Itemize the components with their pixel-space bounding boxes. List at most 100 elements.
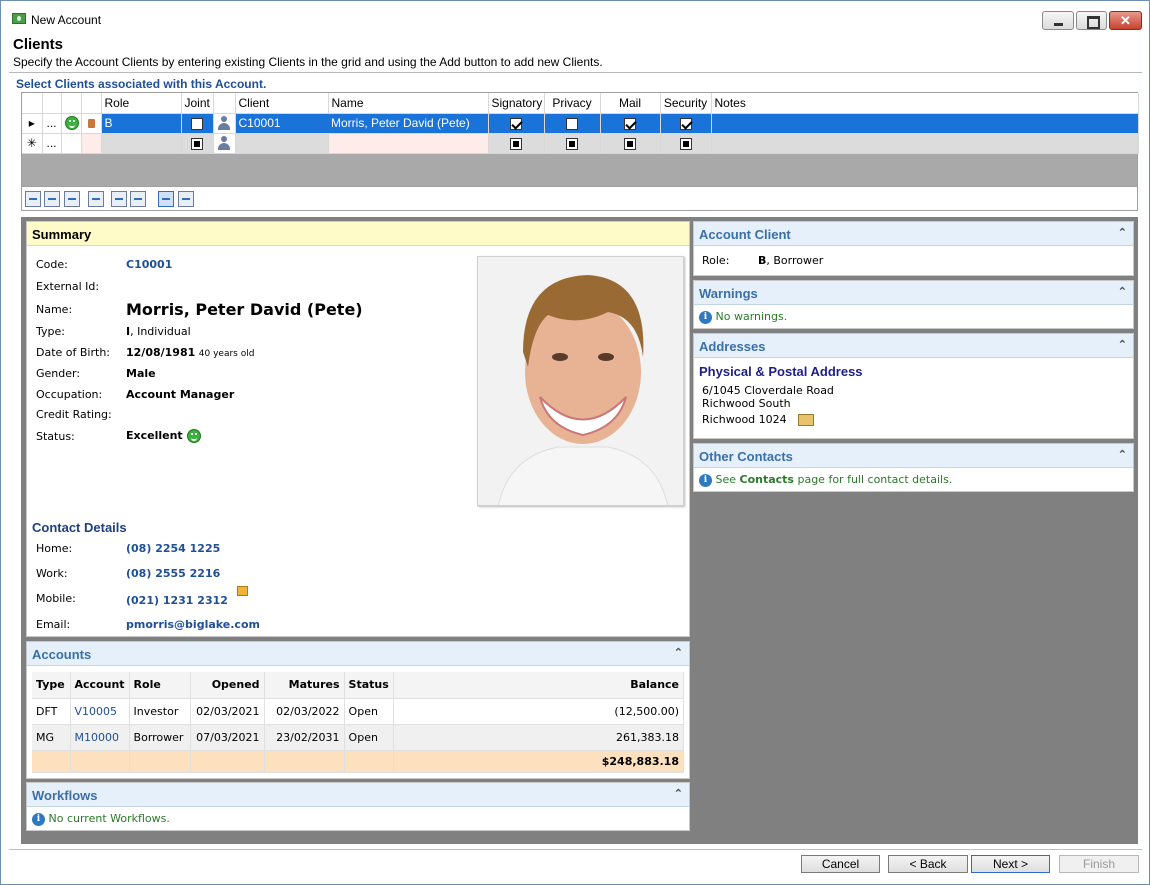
collapse-icon[interactable]: ⌃: [1118, 285, 1127, 298]
signatory-checkbox[interactable]: [510, 117, 522, 130]
cell-joint[interactable]: [181, 113, 214, 134]
new-joint-checkbox[interactable]: [191, 137, 203, 150]
minimize-button[interactable]: [1042, 11, 1074, 30]
col-matures: Matures: [264, 672, 345, 699]
new-security-checkbox[interactable]: [679, 137, 692, 150]
col-name[interactable]: Name: [328, 93, 489, 114]
accounts-header[interactable]: Accounts ⌃: [27, 642, 689, 666]
new-mail-checkbox[interactable]: [624, 137, 636, 150]
col-role: Role: [129, 672, 191, 699]
role-text: , Borrower: [766, 254, 824, 267]
copy-icon[interactable]: [88, 191, 104, 207]
accounts-header-row: Type Account Role Opened Matures Status …: [32, 672, 685, 699]
collapse-icon[interactable]: ⌃: [1118, 448, 1127, 461]
joint-checkbox[interactable]: [191, 117, 203, 130]
contacts-link[interactable]: Contacts: [740, 473, 794, 486]
cell-status: Open: [344, 724, 394, 751]
cell-balance: (12,500.00): [393, 698, 685, 725]
col-opened: Opened: [190, 672, 265, 699]
account-link[interactable]: M10000: [70, 724, 130, 751]
other-contacts-header[interactable]: Other Contacts ⌃: [694, 444, 1133, 468]
col-mail[interactable]: Mail: [600, 93, 661, 114]
addresses-header[interactable]: Addresses ⌃: [694, 334, 1133, 358]
workflows-message: No current Workflows.: [48, 812, 170, 825]
grid-header-row: Role Joint Client Name Signatory Privacy…: [22, 93, 1139, 114]
col-role[interactable]: Role: [101, 93, 182, 114]
delete-row-icon[interactable]: [64, 191, 80, 207]
back-button[interactable]: < Back: [888, 855, 968, 873]
col-privacy[interactable]: Privacy: [544, 93, 601, 114]
warnings-header[interactable]: Warnings ⌃: [694, 281, 1133, 305]
account-link[interactable]: V10005: [70, 698, 130, 725]
table-row[interactable]: DFT V10005 Investor 02/03/2021 02/03/202…: [32, 698, 685, 725]
insert-row-icon[interactable]: [44, 191, 60, 207]
move-down-icon[interactable]: [130, 191, 146, 207]
type-label: Type:: [36, 325, 65, 338]
grid-view-icon[interactable]: [178, 191, 194, 207]
cell-matures: 02/03/2022: [264, 698, 345, 725]
dob-value: 12/08/1981: [126, 346, 196, 359]
col-joint[interactable]: Joint: [181, 93, 214, 114]
role-label: Role:: [702, 254, 730, 267]
other-contacts-title: Other Contacts: [699, 449, 793, 464]
cell-type: DFT: [32, 698, 71, 725]
sms-icon[interactable]: [237, 586, 248, 596]
col-notes[interactable]: Notes: [711, 93, 1139, 114]
row-ellipsis-button[interactable]: ...: [42, 113, 62, 134]
credit-rating-label: Credit Rating:: [36, 408, 112, 421]
table-row[interactable]: ▸ ... B C10001 Morris, Peter David (Pete…: [22, 113, 1139, 134]
new-privacy-checkbox[interactable]: [566, 137, 578, 150]
workflows-header[interactable]: Workflows ⌃: [27, 783, 689, 807]
collapse-icon[interactable]: ⌃: [1118, 338, 1127, 351]
summary-panel: Summary Code: C10001 External Id: Name: …: [26, 221, 690, 637]
move-up-icon[interactable]: [111, 191, 127, 207]
table-row[interactable]: MG M10000 Borrower 07/03/2021 23/02/2031…: [32, 724, 685, 751]
other-contacts-panel: Other Contacts ⌃ i See Contacts page for …: [693, 443, 1134, 492]
name-value: Morris, Peter David (Pete): [126, 300, 363, 319]
client-photo: [477, 256, 684, 506]
total-balance: $248,883.18: [393, 750, 685, 773]
client-lookup-icon[interactable]: [217, 116, 231, 131]
details-view-icon[interactable]: [158, 191, 174, 207]
mobile-phone-link[interactable]: (021) 1231 2312: [126, 594, 228, 607]
accounts-table: Type Account Role Opened Matures Status …: [32, 672, 685, 773]
cell-role[interactable]: B: [101, 113, 182, 134]
cell-client[interactable]: C10001: [235, 113, 328, 134]
add-client-icon[interactable]: [25, 191, 41, 207]
email-link[interactable]: pmorris@biglake.com: [126, 618, 260, 631]
finish-button[interactable]: Finish: [1059, 855, 1139, 873]
col-client[interactable]: Client: [235, 93, 329, 114]
next-button[interactable]: Next >: [971, 855, 1050, 873]
collapse-icon[interactable]: ⌃: [674, 646, 683, 659]
lock-icon: [87, 119, 95, 129]
map-icon[interactable]: [798, 414, 814, 426]
mail-checkbox[interactable]: [624, 117, 636, 130]
summary-header: Summary: [27, 222, 689, 246]
cell-matures: 23/02/2031: [264, 724, 345, 751]
new-client-lookup-icon[interactable]: [217, 136, 231, 151]
cancel-button[interactable]: Cancel: [801, 855, 880, 873]
clients-grid[interactable]: Role Joint Client Name Signatory Privacy…: [21, 92, 1139, 187]
work-phone-link[interactable]: (08) 2555 2216: [126, 567, 220, 580]
collapse-icon[interactable]: ⌃: [1118, 226, 1127, 239]
status-smiley-icon: [186, 429, 201, 443]
new-row[interactable]: ✳ ...: [22, 133, 1139, 154]
security-checkbox[interactable]: [679, 117, 692, 130]
new-signatory-checkbox[interactable]: [510, 137, 522, 150]
col-signatory[interactable]: Signatory: [488, 93, 545, 114]
cell-name[interactable]: Morris, Peter David (Pete): [328, 113, 489, 134]
collapse-icon[interactable]: ⌃: [674, 787, 683, 800]
cell-notes[interactable]: [711, 113, 1139, 134]
code-link[interactable]: C10001: [126, 258, 172, 271]
col-security[interactable]: Security: [660, 93, 712, 114]
workflows-title: Workflows: [32, 788, 98, 803]
privacy-checkbox[interactable]: [566, 117, 578, 130]
gender-value: Male: [126, 367, 156, 380]
home-phone-link[interactable]: (08) 2254 1225: [126, 542, 220, 555]
gender-label: Gender:: [36, 367, 81, 380]
account-client-header[interactable]: Account Client ⌃: [694, 222, 1133, 246]
close-button[interactable]: ✕: [1109, 11, 1142, 30]
grid-section-title: Select Clients associated with this Acco…: [16, 77, 267, 91]
maximize-button[interactable]: [1076, 11, 1107, 30]
new-row-ellipsis-button[interactable]: ...: [42, 133, 62, 154]
